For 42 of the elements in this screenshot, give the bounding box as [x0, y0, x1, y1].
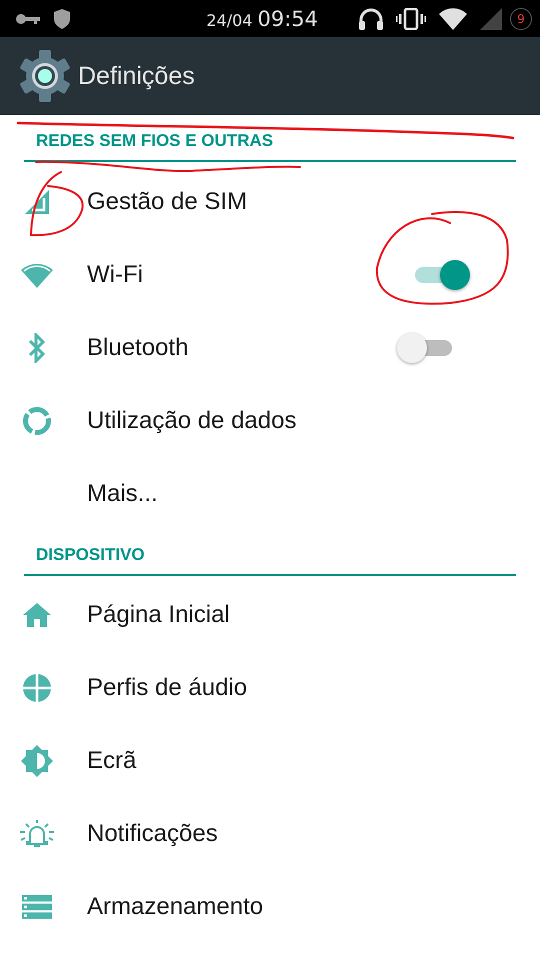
signal-icon: [24, 188, 50, 214]
settings-item[interactable]: Página Inicial: [0, 578, 540, 651]
item-label: Mais...: [87, 480, 158, 508]
bluetooth-icon: [28, 332, 46, 362]
item-label: Bluetooth: [87, 334, 188, 362]
key-icon: [15, 12, 41, 26]
settings-item[interactable]: Ecrã: [0, 724, 540, 797]
shield-icon: [53, 8, 71, 30]
storage-icon: [22, 894, 52, 918]
item-label: Perfis de áudio: [87, 674, 248, 702]
home-icon: [22, 602, 52, 628]
signal-icon: [480, 8, 502, 30]
section-header: REDES SEM FIOS E OUTRAS: [36, 131, 274, 151]
wifi-icon: [20, 262, 54, 288]
item-label: Página Inicial: [87, 600, 230, 628]
settings-item[interactable]: Notificações: [0, 797, 540, 870]
app-title: Definições: [78, 62, 195, 90]
headphones-icon: [358, 6, 384, 30]
notification-badge: 9: [510, 8, 532, 30]
settings-item[interactable]: Bluetooth: [0, 311, 540, 384]
item-label: Gestão de SIM: [87, 188, 248, 216]
brightness-icon: [20, 744, 54, 778]
settings-item[interactable]: Gestão de SIM: [0, 165, 540, 238]
item-label: Ecrã: [87, 746, 136, 774]
status-date: 24/04: [206, 10, 252, 30]
data-usage-icon: [22, 406, 52, 436]
section-header: DISPOSITIVO: [36, 545, 145, 565]
settings-icon: [18, 49, 72, 103]
vibrate-icon: [396, 8, 426, 30]
item-label: Armazenamento: [87, 892, 264, 920]
item-label: Notificações: [87, 820, 218, 848]
wifi-icon: [438, 8, 468, 30]
settings-item[interactable]: Mais...: [0, 457, 540, 530]
settings-item[interactable]: Armazenamento: [0, 870, 540, 943]
settings-item[interactable]: Perfis de áudio: [0, 651, 540, 724]
globe-icon: [22, 672, 52, 702]
settings-item[interactable]: Wi-Fi: [0, 238, 540, 311]
item-label: Wi-Fi: [87, 260, 143, 288]
item-label: Utilização de dados: [87, 406, 296, 434]
bell-icon: [18, 818, 56, 848]
settings-item[interactable]: Utilização de dados: [0, 384, 540, 457]
status-time: 09:54: [257, 6, 318, 30]
